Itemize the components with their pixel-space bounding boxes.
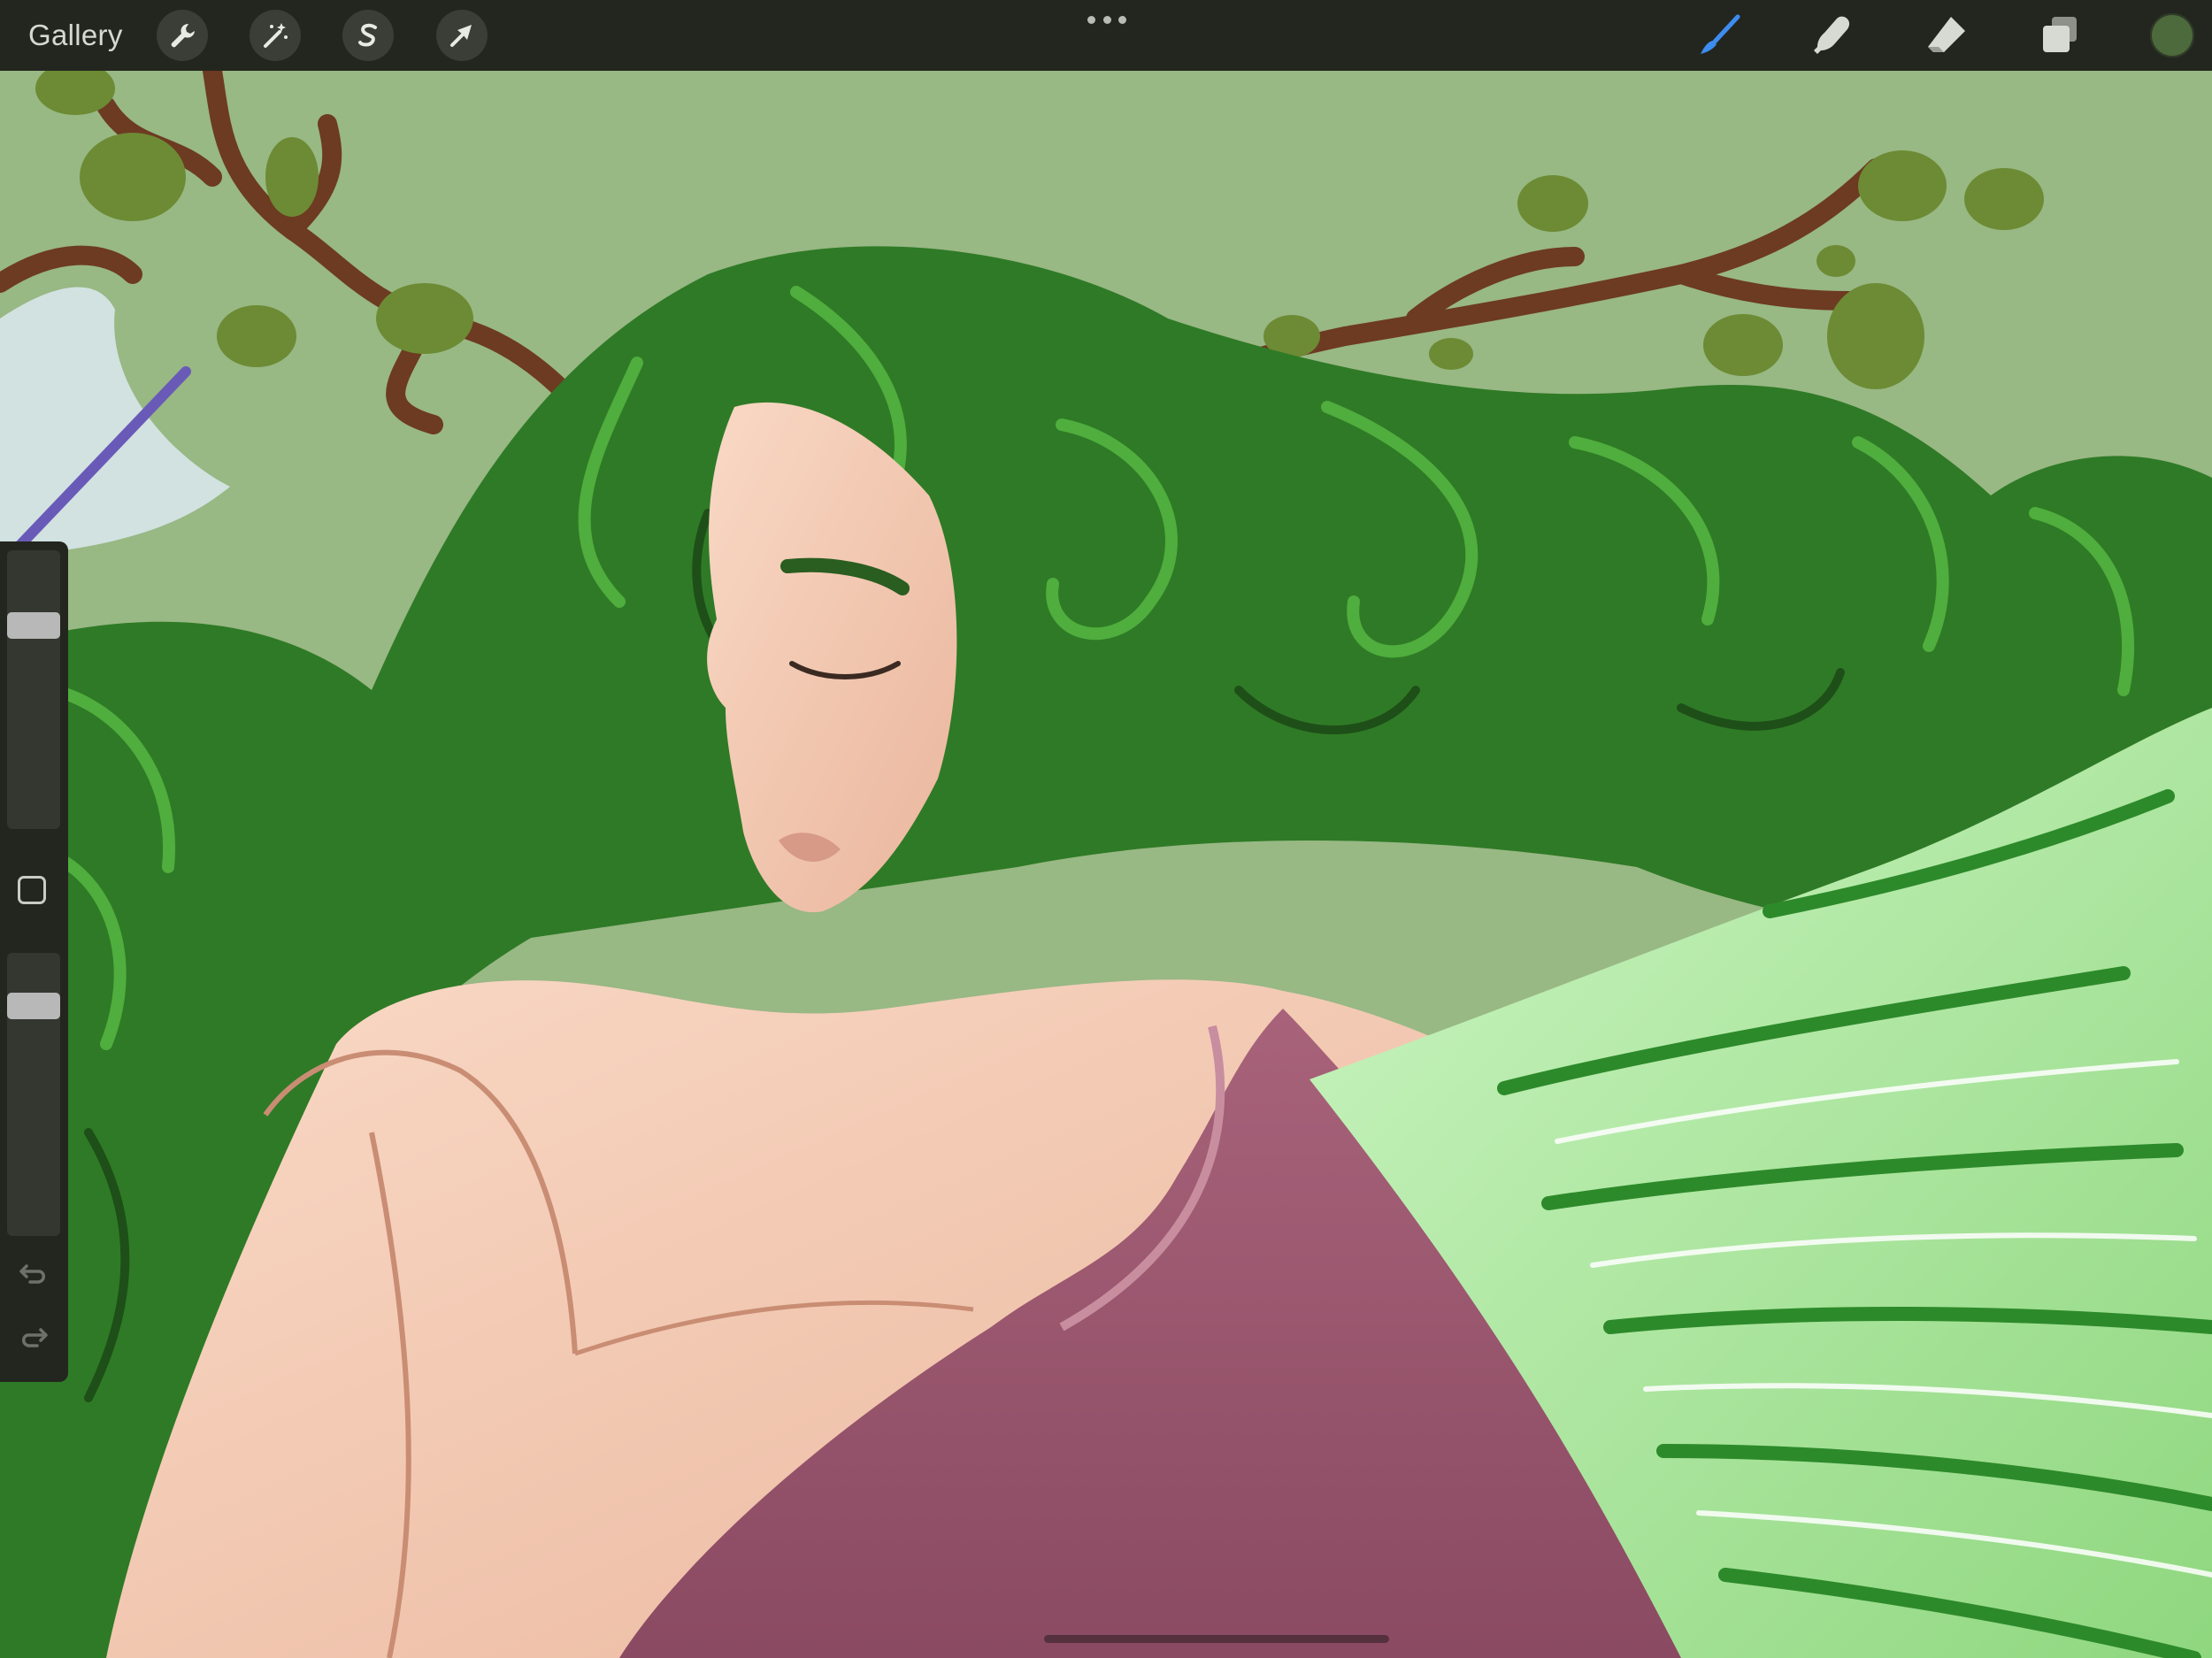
- redo-button[interactable]: [16, 1320, 51, 1355]
- brush-icon: [1701, 14, 1740, 54]
- eraser-tool-button[interactable]: [1922, 11, 1971, 60]
- left-sidebar: [0, 541, 68, 1382]
- selection-s-icon: [358, 23, 377, 47]
- brush-tool-button[interactable]: [1694, 11, 1744, 60]
- layers-icon: [2043, 17, 2077, 52]
- transform-button[interactable]: [436, 10, 488, 61]
- adjustments-button[interactable]: [250, 10, 301, 61]
- actions-button[interactable]: [157, 10, 208, 61]
- undo-button[interactable]: [16, 1256, 51, 1292]
- undo-icon: [19, 1264, 45, 1284]
- gallery-button[interactable]: Gallery: [28, 16, 123, 55]
- opacity-thumb[interactable]: [7, 993, 60, 1019]
- top-toolbar: Gallery: [0, 0, 2212, 71]
- brush-size-thumb[interactable]: [7, 612, 60, 639]
- layers-tool-button[interactable]: [2035, 11, 2085, 60]
- smudge-tool-button[interactable]: [1808, 11, 1857, 60]
- opacity-slider[interactable]: [7, 953, 60, 1236]
- procreate-app: Gallery: [0, 0, 2212, 1658]
- home-indicator[interactable]: [1044, 1635, 1389, 1643]
- arrow-cursor-icon: [450, 25, 472, 47]
- smudge-finger-icon: [1814, 16, 1850, 54]
- more-dots-icon[interactable]: [1087, 12, 1126, 27]
- brush-size-slider[interactable]: [7, 550, 60, 829]
- redo-icon: [22, 1328, 48, 1347]
- magic-wand-icon: [264, 23, 288, 48]
- eraser-icon: [1928, 17, 1965, 52]
- wrench-icon: [171, 24, 195, 48]
- fairy-artwork: [0, 71, 2212, 1658]
- selection-button[interactable]: [342, 10, 394, 61]
- square-modify-icon[interactable]: [18, 876, 46, 904]
- color-picker-button[interactable]: [2150, 13, 2194, 58]
- drawing-canvas[interactable]: [0, 71, 2212, 1658]
